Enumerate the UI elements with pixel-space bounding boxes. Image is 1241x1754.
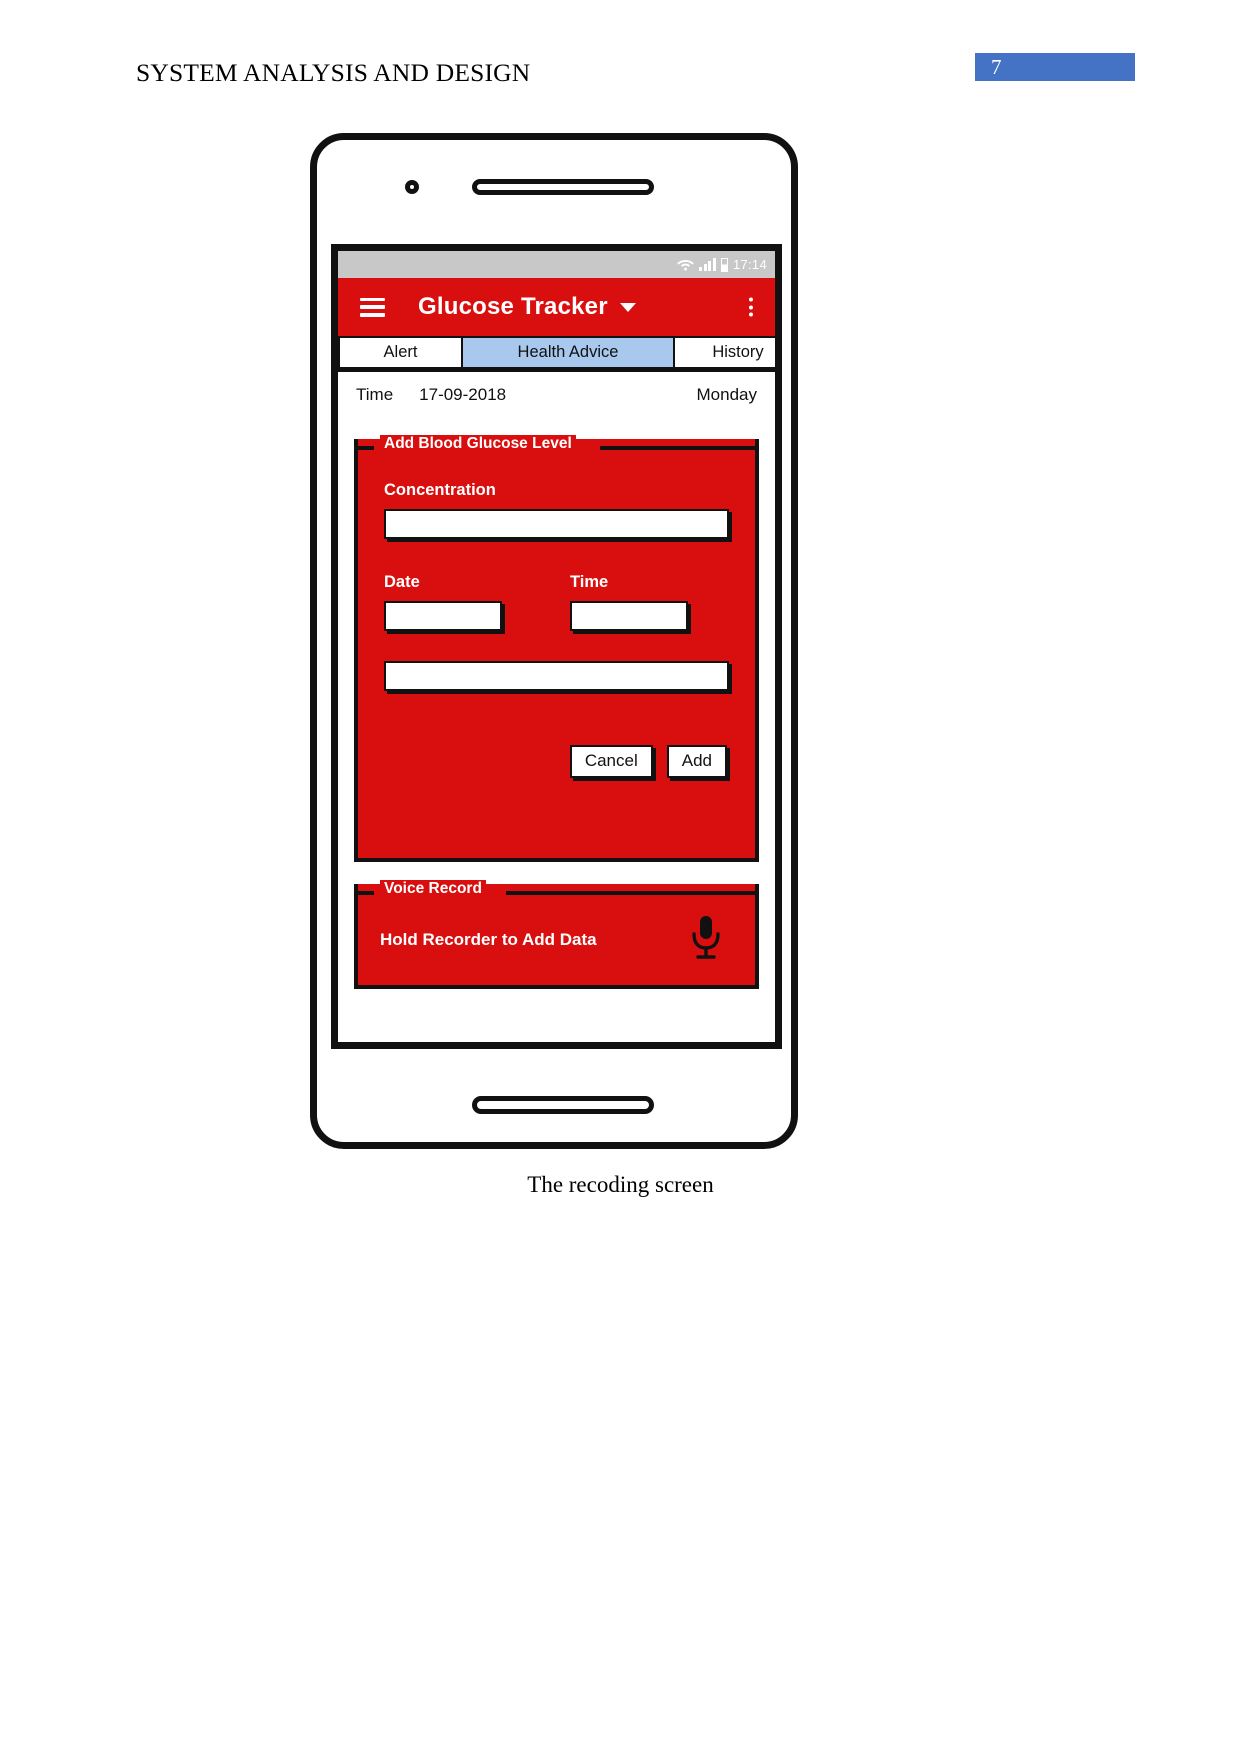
panel-spacer [384, 778, 729, 836]
phone-mockup: 17:14 Glucose Tracker Alert Health Advic… [310, 133, 798, 1149]
document-header-title: SYSTEM ANALYSIS AND DESIGN [136, 58, 531, 87]
voice-record-panel-legend: Voice Record [380, 880, 486, 898]
figure-caption: The recoding screen [527, 1172, 714, 1197]
date-time-row: Date Time [384, 573, 729, 631]
voice-record-body: Hold Recorder to Add Data [358, 900, 755, 985]
add-button[interactable]: Add [666, 745, 727, 778]
tab-health-advice[interactable]: Health Advice [461, 336, 673, 369]
home-bar-icon [472, 1096, 654, 1114]
notes-input[interactable] [384, 661, 729, 691]
status-bar-clock: 17:14 [732, 257, 767, 272]
form-button-row: Cancel Add [384, 745, 729, 778]
chevron-down-icon[interactable] [619, 302, 636, 312]
voice-legend-row: Voice Record [358, 880, 755, 900]
date-input[interactable] [384, 601, 502, 631]
legend-rule-left [358, 446, 374, 450]
battery-icon [720, 257, 728, 272]
earpiece-speaker-icon [472, 179, 654, 195]
cellular-signal-icon [699, 258, 716, 271]
time-label: Time [570, 573, 609, 591]
date-field-group: Date [384, 573, 502, 631]
date-row-time-label: Time [356, 385, 394, 404]
time-input[interactable] [570, 601, 688, 631]
voice-legend-rule-right [506, 891, 755, 895]
voice-record-instruction: Hold Recorder to Add Data [380, 929, 597, 949]
concentration-input[interactable] [384, 509, 729, 539]
hamburger-menu-icon[interactable] [360, 297, 385, 317]
panel-legend-row: Add Blood Glucose Level [358, 435, 755, 455]
concentration-label: Concentration [384, 481, 496, 499]
date-row-day-value: Monday [696, 385, 757, 404]
page-number-badge: 7 [975, 53, 1135, 81]
add-glucose-panel: Add Blood Glucose Level Concentration Da… [354, 435, 759, 862]
date-row-date-value: 17-09-2018 [419, 385, 507, 404]
add-glucose-panel-legend: Add Blood Glucose Level [380, 435, 576, 453]
status-bar: 17:14 [338, 251, 775, 278]
app-bar: Glucose Tracker [338, 278, 775, 336]
tab-bar: Alert Health Advice History [338, 336, 775, 372]
cancel-button[interactable]: Cancel [569, 745, 653, 778]
add-glucose-panel-body: Concentration Date Time Cancel Add [358, 455, 755, 858]
camera-dot-icon [405, 180, 419, 194]
overflow-menu-icon[interactable] [749, 297, 753, 317]
voice-legend-rule-left [358, 891, 374, 895]
legend-rule-right [600, 446, 755, 450]
wifi-icon [677, 258, 695, 271]
date-row: Time 17-09-2018 Monday [338, 372, 775, 411]
microphone-icon[interactable] [689, 914, 723, 965]
phone-screen: 17:14 Glucose Tracker Alert Health Advic… [331, 244, 782, 1049]
voice-record-panel: Voice Record Hold Recorder to Add Data [354, 880, 759, 989]
time-field-group: Time [570, 573, 688, 631]
tab-history[interactable]: History [673, 336, 775, 369]
tab-alert[interactable]: Alert [338, 336, 461, 369]
app-title: Glucose Tracker [418, 293, 608, 320]
date-label: Date [384, 573, 420, 591]
